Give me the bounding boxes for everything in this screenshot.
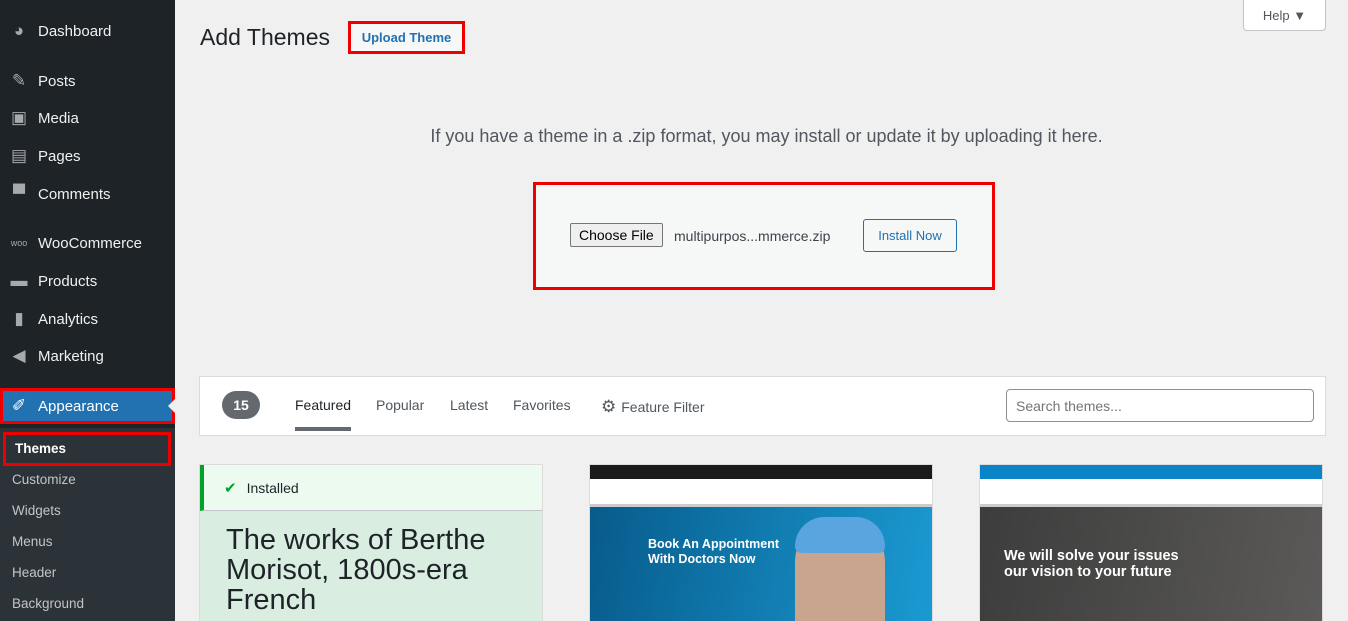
bar-chart-icon: ▮ [14,309,24,328]
feature-filter-button[interactable]: ⚙ Feature Filter [601,397,705,417]
menu-media[interactable]: ▣ Media [0,100,175,136]
gear-icon: ⚙ [601,397,617,416]
upload-theme-button[interactable]: Upload Theme [348,21,465,54]
theme-card-business[interactable]: We will solve your issues our vision to … [979,464,1323,621]
pages-icon: ▤ [10,146,28,165]
menu-woocommerce[interactable]: woo WooCommerce [0,225,175,261]
preview-topbar [980,465,1322,479]
submenu-header[interactable]: Header [12,565,56,580]
selected-file-name: multipurpos...mmerce.zip [674,228,831,244]
menu-comments[interactable]: ▀ Comments [0,176,175,212]
theme-card-installed[interactable]: ✔ Installed The works of Berthe Morisot, … [199,464,543,621]
woo-icon: woo [10,238,28,248]
menu-marketing[interactable]: ◀ Marketing [0,338,175,374]
submenu-menus[interactable]: Menus [12,534,53,549]
preview-image [795,517,885,621]
installed-notice: ✔ Installed [200,465,542,511]
tab-popular[interactable]: Popular [376,397,424,413]
menu-pages[interactable]: ▤ Pages [0,138,175,174]
install-now-button[interactable]: Install Now [863,219,957,252]
archive-icon: ▬ [10,271,28,290]
submenu-widgets[interactable]: Widgets [12,503,61,518]
preview-nav [590,479,932,507]
upload-description: If you have a theme in a .zip format, yo… [430,126,1103,146]
preview-topbar [590,465,932,479]
upload-form: Choose File multipurpos...mmerce.zip Ins… [533,182,995,290]
tab-latest[interactable]: Latest [450,397,488,413]
appearance-submenu: Themes Customize Widgets Menus Header Ba… [0,428,175,621]
comment-icon: ▀ [12,184,26,203]
tab-favorites[interactable]: Favorites [513,397,571,413]
paintbrush-icon: ✐ [11,396,27,415]
menu-posts[interactable]: ✎ Posts [0,63,175,99]
theme-preview-text: The works of Berthe Morisot, 1800s-era F… [226,524,486,616]
theme-headline: We will solve your issues our vision to … [1004,548,1179,580]
media-icon: ▣ [10,108,28,127]
menu-appearance[interactable]: ✐ Appearance [0,388,175,424]
submenu-background[interactable]: Background [12,596,84,611]
theme-headline: Book An Appointment With Doctors Now [648,537,779,566]
main-content: Add Themes Upload Theme Help ▼ If you ha… [175,0,1348,621]
menu-dashboard[interactable]: ◕ Dashboard [0,13,175,49]
pin-icon: ✎ [11,71,27,90]
theme-card-medical[interactable]: Book An Appointment With Doctors Now [589,464,933,621]
theme-count-badge: 15 [222,391,260,419]
menu-products[interactable]: ▬ Products [0,263,175,299]
choose-file-button[interactable]: Choose File [570,223,663,247]
submenu-customize[interactable]: Customize [12,472,76,487]
menu-analytics[interactable]: ▮ Analytics [0,301,175,337]
submenu-themes[interactable]: Themes [3,432,171,466]
help-button[interactable]: Help ▼ [1243,0,1326,31]
dashboard-icon: ◕ [13,21,25,40]
admin-sidebar: ◕ Dashboard ✎ Posts ▣ Media ▤ Pages ▀ Comment… [0,0,175,621]
theme-filter-bar: 15 Featured Popular Latest Favorites ⚙ Fe… [199,376,1326,436]
megaphone-icon: ◀ [12,346,26,365]
preview-nav [980,479,1322,507]
tab-featured[interactable]: Featured [295,397,352,431]
check-icon: ✔ [224,479,237,497]
page-title: Add Themes [200,24,330,50]
search-themes-input[interactable] [1006,389,1314,422]
